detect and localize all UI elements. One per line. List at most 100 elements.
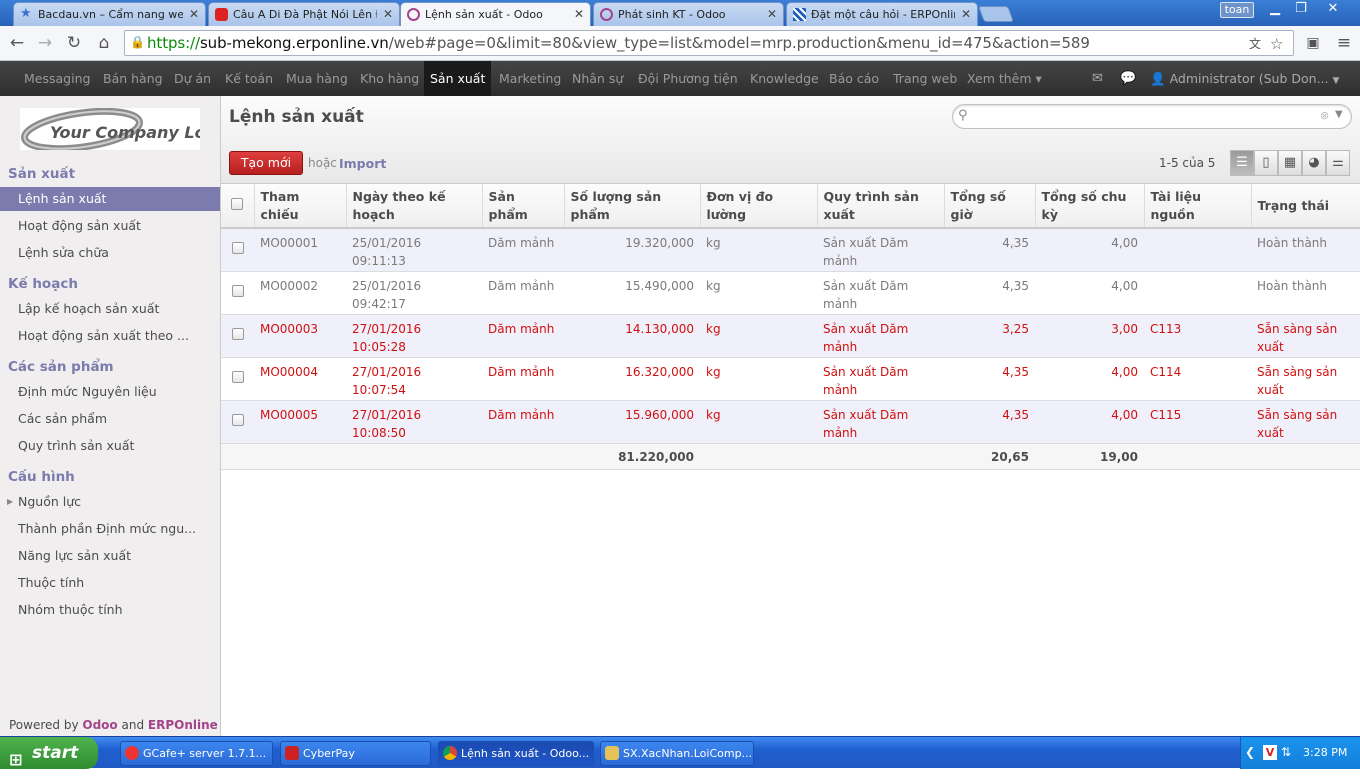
- browser-tab-phatsinh[interactable]: Phát sinh KT - Odoo ✕: [593, 2, 784, 26]
- extension-icon[interactable]: ▣: [1302, 32, 1324, 54]
- sidebar-item-thanh-phan[interactable]: Thành phần Định mức ngu...: [0, 517, 220, 541]
- bookmark-star-icon[interactable]: ☆: [1270, 35, 1283, 53]
- taskbar-item-gcafe[interactable]: GCafe+ server 1.7.1...: [120, 741, 273, 766]
- checkbox[interactable]: [231, 198, 244, 210]
- row-checkbox-cell[interactable]: [221, 314, 254, 358]
- table-row[interactable]: MO00005 27/01/2016 10:08:50 Dăm mảnh 15.…: [221, 400, 1360, 444]
- table-row[interactable]: MO00001 25/01/2016 09:11:13 Dăm mảnh 19.…: [221, 228, 1360, 272]
- browser-tab-youtube[interactable]: Câu A Di Đà Phật Nói Lên Điề... ✕: [208, 2, 400, 26]
- browser-user-chip[interactable]: toan: [1220, 2, 1254, 18]
- start-button[interactable]: ⊞ start: [0, 737, 98, 769]
- menu-xem-them[interactable]: Xem thêm ▾: [961, 61, 1048, 96]
- row-checkbox-cell[interactable]: [221, 357, 254, 401]
- import-link[interactable]: Import: [339, 156, 386, 171]
- sidebar-item-cac-san-pham[interactable]: Các sản phẩm: [0, 407, 220, 431]
- menu-icon[interactable]: ≡: [1333, 32, 1355, 54]
- back-icon[interactable]: ←: [6, 32, 28, 54]
- odoo-link[interactable]: Odoo: [82, 718, 117, 732]
- checkbox[interactable]: [231, 284, 244, 297]
- col-header-date[interactable]: Ngày theo kế hoạch: [346, 184, 483, 229]
- browser-tab-odoo-active[interactable]: Lệnh sản xuất - Odoo ✕: [400, 2, 591, 27]
- forward-icon[interactable]: →: [34, 32, 56, 54]
- search-input[interactable]: [973, 107, 1293, 126]
- minimize-icon[interactable]: ▁: [1263, 0, 1287, 18]
- network-icon[interactable]: ⇅: [1281, 745, 1291, 759]
- browser-tab-erponline[interactable]: Đặt một câu hỏi - ERPOnline ✕: [786, 2, 978, 26]
- pager[interactable]: 1-5 của 5: [1159, 156, 1215, 170]
- checkbox[interactable]: [231, 242, 244, 254]
- row-checkbox-cell[interactable]: [221, 400, 254, 444]
- mail-icon[interactable]: ✉: [1092, 71, 1103, 86]
- restore-icon[interactable]: ❐: [1289, 0, 1313, 18]
- gantt-view-icon[interactable]: ⚌: [1326, 150, 1350, 176]
- select-all-checkbox[interactable]: [221, 184, 255, 229]
- close-icon[interactable]: ✕: [574, 7, 584, 21]
- close-icon[interactable]: ✕: [189, 7, 199, 21]
- erponline-link[interactable]: ERPOnline: [148, 718, 218, 732]
- antivirus-icon[interactable]: V: [1263, 745, 1277, 760]
- menu-marketing[interactable]: Marketing: [493, 61, 567, 96]
- checkbox[interactable]: [231, 327, 244, 340]
- address-bar[interactable]: 🔒 https://sub-mekong.erponline.vn/web#pa…: [124, 30, 1294, 56]
- table-row[interactable]: MO00004 27/01/2016 10:07:54 Dăm mảnh 16.…: [221, 357, 1360, 401]
- sidebar-item-nang-luc[interactable]: Năng lực sản xuất: [0, 544, 220, 568]
- close-window-icon[interactable]: ✕: [1321, 0, 1345, 18]
- table-row[interactable]: MO00003 27/01/2016 10:05:28 Dăm mảnh 14.…: [221, 314, 1360, 358]
- sidebar-item-nguon-luc[interactable]: Nguồn lực: [0, 490, 220, 514]
- close-icon[interactable]: ✕: [767, 7, 777, 21]
- menu-messaging[interactable]: Messaging: [18, 61, 96, 96]
- col-header-hours[interactable]: Tổng số giờ: [944, 184, 1036, 229]
- col-header-qty[interactable]: Số lượng sản phẩm: [564, 184, 701, 229]
- taskbar-item-cyberpay[interactable]: CyberPay: [280, 741, 431, 766]
- chevron-down-icon[interactable]: ▼: [1335, 109, 1343, 120]
- checkbox[interactable]: [231, 413, 244, 426]
- menu-ban-hang[interactable]: Bán hàng: [97, 61, 169, 96]
- chat-icon[interactable]: 💬: [1120, 71, 1136, 86]
- company-logo[interactable]: Your Company Logo: [20, 107, 228, 153]
- row-checkbox-cell[interactable]: [221, 228, 254, 272]
- taskbar-item-sx-xacnhan[interactable]: SX.XacNhan.LoiComp...: [600, 741, 754, 766]
- browser-tab-bacdau[interactable]: ★ Bacdau.vn – Cẩm nang web ... ✕: [13, 2, 206, 26]
- sidebar-item-hoat-dong-theo[interactable]: Hoạt động sản xuất theo ...: [0, 324, 220, 348]
- col-header-source[interactable]: Tài liệu nguồn: [1144, 184, 1252, 229]
- table-row[interactable]: MO00002 25/01/2016 09:42:17 Dăm mảnh 15.…: [221, 271, 1360, 315]
- menu-du-an[interactable]: Dự án: [168, 61, 217, 96]
- menu-mua-hang[interactable]: Mua hàng: [280, 61, 354, 96]
- col-header-cycles[interactable]: Tổng số chu kỳ: [1035, 184, 1145, 229]
- reload-icon[interactable]: ↻: [63, 32, 85, 54]
- sidebar-item-lenh-sua-chua[interactable]: Lệnh sửa chữa: [0, 241, 220, 265]
- sidebar-item-lap-ke-hoach[interactable]: Lập kế hoạch sản xuất: [0, 297, 220, 321]
- col-header-product[interactable]: Sản phẩm: [482, 184, 565, 229]
- menu-ke-toan[interactable]: Kế toán: [219, 61, 279, 96]
- menu-nhan-su[interactable]: Nhân sự: [566, 61, 629, 96]
- col-header-state[interactable]: Trạng thái: [1251, 184, 1360, 229]
- form-view-icon[interactable]: ▯: [1254, 150, 1278, 176]
- calendar-view-icon[interactable]: ▦: [1278, 150, 1302, 176]
- sidebar-item-quy-trinh[interactable]: Quy trình sản xuất: [0, 434, 220, 458]
- col-header-routing[interactable]: Quy trình sản xuất: [817, 184, 945, 229]
- translate-icon[interactable]: 文: [1249, 35, 1261, 52]
- taskbar-item-chrome[interactable]: Lệnh sản xuất - Odoo...: [438, 741, 594, 766]
- sidebar-item-nhom-thuoc-tinh[interactable]: Nhóm thuộc tính: [0, 598, 220, 622]
- checkbox[interactable]: [231, 370, 244, 383]
- sidebar-item-thuoc-tinh[interactable]: Thuộc tính: [0, 571, 220, 595]
- row-checkbox-cell[interactable]: [221, 271, 254, 315]
- menu-san-xuat[interactable]: Sản xuất: [424, 61, 492, 96]
- home-icon[interactable]: ⌂: [93, 32, 115, 54]
- menu-trang-web[interactable]: Trang web: [887, 61, 963, 96]
- list-view-icon[interactable]: ☰: [1230, 150, 1254, 176]
- col-header-ref[interactable]: Tham chiếu: [254, 184, 347, 229]
- tray-arrow-icon[interactable]: ❮: [1245, 745, 1255, 759]
- close-icon[interactable]: ✕: [383, 7, 393, 21]
- menu-knowledge[interactable]: Knowledge: [744, 61, 825, 96]
- new-tab-button[interactable]: [978, 6, 1014, 22]
- col-header-uom[interactable]: Đơn vị đo lường: [700, 184, 818, 229]
- close-icon[interactable]: ✕: [961, 7, 971, 21]
- create-button[interactable]: Tạo mới: [229, 151, 303, 175]
- sidebar-item-lenh-san-xuat[interactable]: Lệnh sản xuất: [0, 187, 220, 211]
- menu-doi-phuong-tien[interactable]: Đội Phương tiện: [632, 61, 744, 96]
- user-menu[interactable]: 👤 Administrator (Sub Don... ▼: [1150, 61, 1339, 99]
- search-box[interactable]: ⚲ ⊗ ▼: [952, 104, 1352, 129]
- clear-icon[interactable]: ⊗: [1320, 109, 1329, 122]
- menu-kho-hang[interactable]: Kho hàng: [354, 61, 425, 96]
